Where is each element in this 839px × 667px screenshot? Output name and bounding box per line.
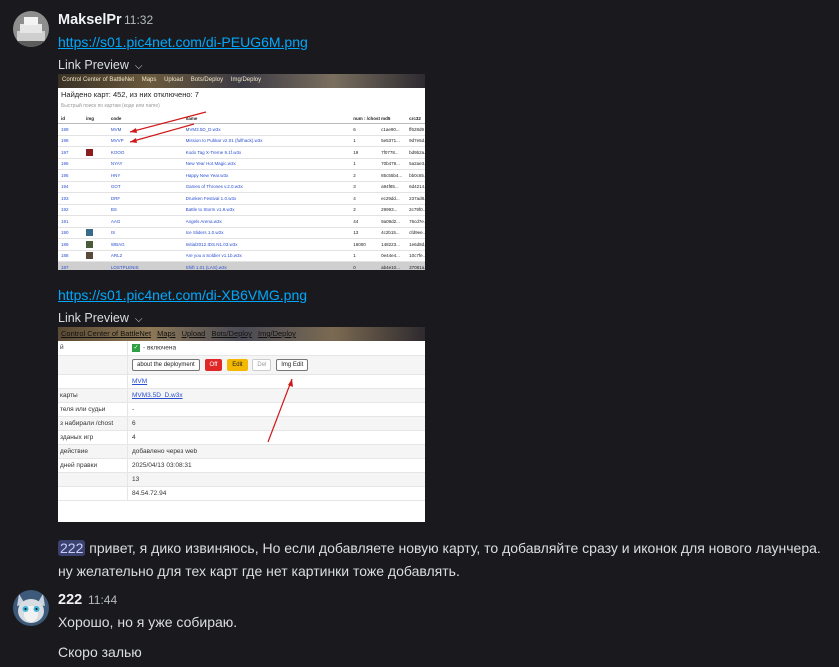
chevron-down-icon: ⌵: [134, 61, 143, 72]
author-name[interactable]: MakselPr: [58, 12, 122, 28]
message-text-line2: Скоро залью: [58, 644, 142, 660]
image-link-2[interactable]: https://s01.pic4net.com/di-XB6VMG.png: [58, 287, 307, 303]
link-preview-toggle-2[interactable]: Link Preview ⌵: [58, 311, 142, 325]
timestamp: 11:44: [88, 593, 118, 607]
message-text-line2: ну желательно для тех карт где нет карти…: [58, 563, 460, 579]
image-link-1[interactable]: https://s01.pic4net.com/di-PEUG6M.png: [58, 34, 308, 50]
timestamp: 11:32: [124, 13, 154, 27]
avatar-222[interactable]: [13, 590, 49, 626]
preview-image-1[interactable]: Control Center of BattleNet Maps Upload …: [58, 74, 425, 270]
link-preview-toggle-1[interactable]: Link Preview ⌵: [58, 58, 142, 72]
message-text-line1: Хорошо, но я уже собираю.: [58, 614, 238, 630]
chevron-down-icon: ⌵: [134, 314, 143, 325]
message-text-line1: 222 привет, я дико извиняюсь, Но если до…: [58, 540, 821, 556]
s2-annotation-arrow: [267, 378, 293, 443]
link-preview-label: Link Preview: [58, 311, 129, 325]
s1-annotation-arrows: [129, 111, 207, 143]
preview-image-2[interactable]: Control Center of BattleNet Maps Upload …: [58, 327, 425, 522]
user-mention[interactable]: 222: [58, 540, 86, 556]
link-preview-label: Link Preview: [58, 58, 129, 72]
avatar-makselpr[interactable]: [13, 11, 49, 47]
message-text: привет, я дико извиняюсь, Но если добавл…: [85, 540, 821, 556]
author-name[interactable]: 222: [58, 592, 82, 608]
